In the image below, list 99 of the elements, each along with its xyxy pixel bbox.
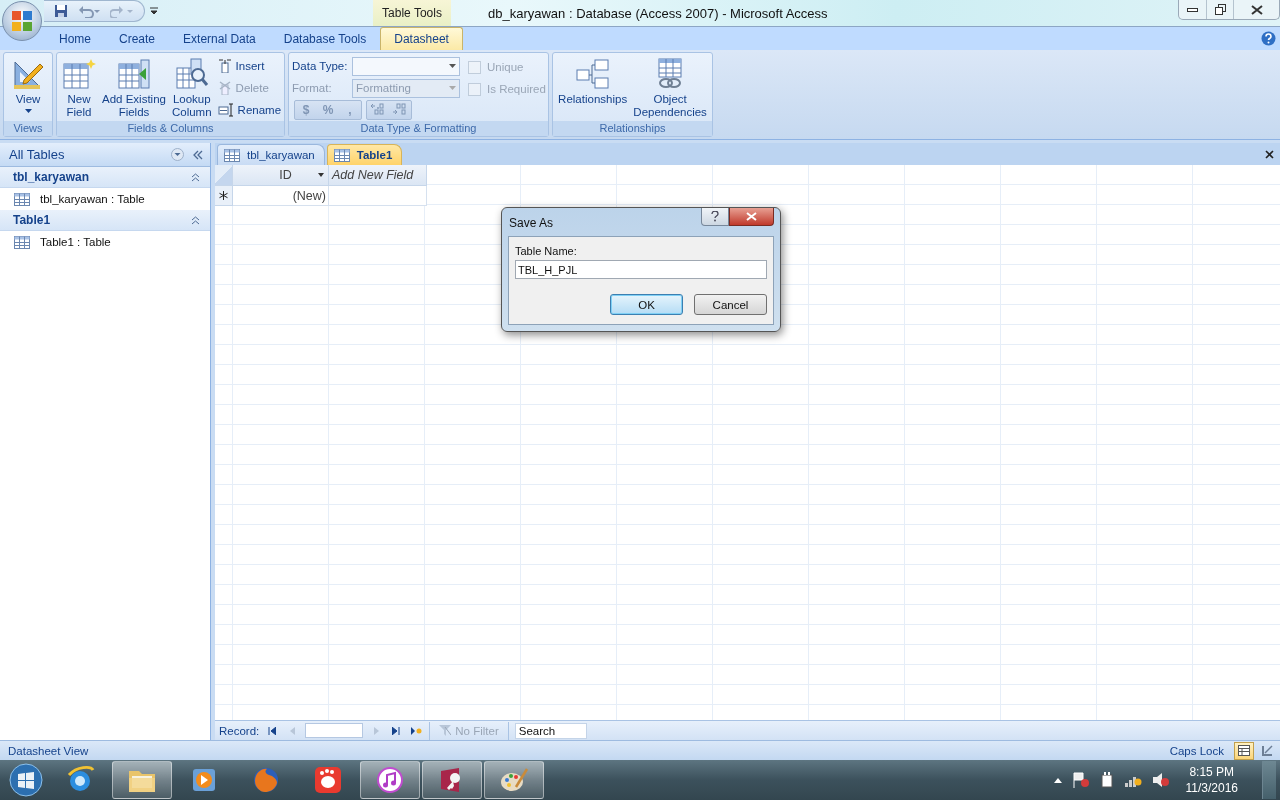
group-label: Views: [4, 121, 52, 136]
ribbon-button[interactable]: Relationships: [556, 56, 630, 121]
checkbox-label: Is Required: [487, 83, 546, 95]
view-button[interactable]: View: [10, 56, 46, 121]
field-label: Data Type:: [292, 60, 348, 72]
record-label: Record:: [219, 724, 260, 737]
ribbon-tab[interactable]: Create: [105, 27, 170, 50]
volume-muted-icon[interactable]: [1151, 772, 1170, 788]
ribbon-button[interactable]: New Field: [60, 56, 98, 121]
office-logo-icon: [10, 9, 34, 33]
question-icon: [711, 211, 719, 222]
add-fields-icon: [116, 58, 151, 90]
caps-lock-indicator: Caps Lock: [1169, 744, 1224, 757]
taskbar-app[interactable]: [112, 761, 172, 799]
restore-icon: [1214, 4, 1226, 15]
dialog-button[interactable]: Cancel: [694, 294, 767, 315]
nav-pane-title[interactable]: All Tables: [9, 147, 171, 162]
group-label: Data Type & Formatting: [289, 121, 548, 136]
group-label: Relationships: [553, 121, 712, 136]
checkbox-label: Unique: [487, 61, 524, 73]
new-field-icon: [62, 58, 96, 90]
ribbon-button[interactable]: Object Dependencies: [631, 56, 709, 121]
ribbon-button[interactable]: Add Existing Fields: [100, 56, 168, 121]
help-icon[interactable]: [1261, 31, 1276, 46]
decrease-decimals-icon: [392, 102, 408, 115]
save-icon[interactable]: [54, 4, 68, 18]
chevron-icon: [191, 215, 200, 225]
table-cell: (New): [233, 186, 329, 206]
ribbon-tab[interactable]: Home: [45, 27, 105, 50]
new-record-icon: [219, 191, 228, 200]
datasheet-icon: [1238, 745, 1250, 756]
record-number-field[interactable]: [305, 723, 364, 738]
column-header[interactable]: Add New Field: [329, 165, 427, 186]
document-tab[interactable]: tbl_karyawan: [217, 144, 325, 165]
close-icon: [746, 212, 757, 221]
window-title: db_karyawan : Database (Access 2007) - Microsoft Access: [488, 4, 828, 23]
ribbon-button[interactable]: Rename: [215, 100, 284, 120]
table-icon: [14, 235, 30, 249]
previous-icon: [289, 726, 295, 735]
taskbar-app[interactable]: [422, 761, 482, 799]
next-icon: [373, 726, 379, 735]
dropdown-arrow-icon[interactable]: [318, 173, 324, 177]
datasheet-view-button[interactable]: [1234, 741, 1254, 760]
dropdown-icon[interactable]: [171, 148, 184, 161]
nav-group-header[interactable]: tbl_karyawan: [0, 167, 210, 188]
close-icon[interactable]: [1265, 149, 1274, 159]
firefox-icon: [251, 765, 281, 795]
increase-decimals-icon: [370, 102, 386, 115]
help-button[interactable]: [701, 208, 729, 226]
first-icon: [268, 726, 277, 735]
action-center-icon[interactable]: [1071, 772, 1090, 788]
new-record-star-icon: [410, 726, 422, 735]
table-icon: [14, 192, 30, 206]
ribbon-button[interactable]: Insert: [215, 56, 284, 76]
minimize-icon: [1187, 7, 1198, 12]
funnel-icon: [439, 725, 452, 736]
rename-column-icon: [217, 103, 234, 117]
office-button[interactable]: [2, 1, 42, 41]
clock[interactable]: 8:15 PM 11/3/2016: [1179, 764, 1252, 796]
player-icon: [313, 765, 343, 795]
table-icon: [333, 148, 350, 162]
caret-icon: [24, 109, 32, 113]
ribbon-button[interactable]: Lookup Column: [169, 56, 214, 121]
power-icon[interactable]: [1099, 772, 1114, 788]
customize-toolbar-icon[interactable]: [150, 7, 158, 15]
delete-column-icon: [217, 81, 232, 95]
taskbar-app[interactable]: [484, 761, 544, 799]
contextual-tab-label: Table Tools: [373, 0, 451, 26]
insert-column-icon: [217, 59, 232, 73]
ribbon-tab[interactable]: Database Tools: [269, 27, 381, 50]
dialog-button[interactable]: OK: [610, 294, 683, 315]
table-name-field[interactable]: TBL_H_PJL: [515, 260, 767, 279]
field-label: Table Name:: [515, 245, 578, 257]
chevron-icon: [191, 172, 200, 182]
show-hidden-icons-icon[interactable]: [1053, 777, 1062, 783]
last-icon: [392, 726, 401, 735]
status-text: Datasheet View: [8, 744, 89, 757]
group-label: Fields & Columns: [57, 121, 284, 136]
media-player-icon: [190, 766, 218, 794]
column-header[interactable]: ID: [233, 165, 329, 186]
caret-icon: [449, 86, 456, 90]
taskbar-app[interactable]: [360, 761, 420, 799]
caret-icon: [449, 64, 456, 68]
search-field[interactable]: Search: [514, 722, 587, 739]
close-button[interactable]: [729, 208, 774, 226]
lookup-column-icon: [174, 58, 209, 90]
close-icon: [1250, 4, 1263, 15]
dialog-title: Save As: [509, 216, 554, 230]
document-tab[interactable]: Table1: [326, 144, 403, 165]
field-label: Format:: [292, 82, 333, 94]
ribbon-tab[interactable]: External Data: [169, 27, 270, 50]
table-icon: [224, 148, 240, 162]
relationships-icon: [575, 58, 610, 90]
music-icon: [375, 765, 405, 795]
design-view-icon: [1261, 744, 1273, 757]
undo-icon[interactable]: [78, 4, 100, 18]
nav-group-header[interactable]: Table1: [0, 210, 210, 231]
collapse-pane-icon[interactable]: [192, 149, 204, 160]
ribbon-tab[interactable]: Datasheet: [380, 27, 463, 50]
